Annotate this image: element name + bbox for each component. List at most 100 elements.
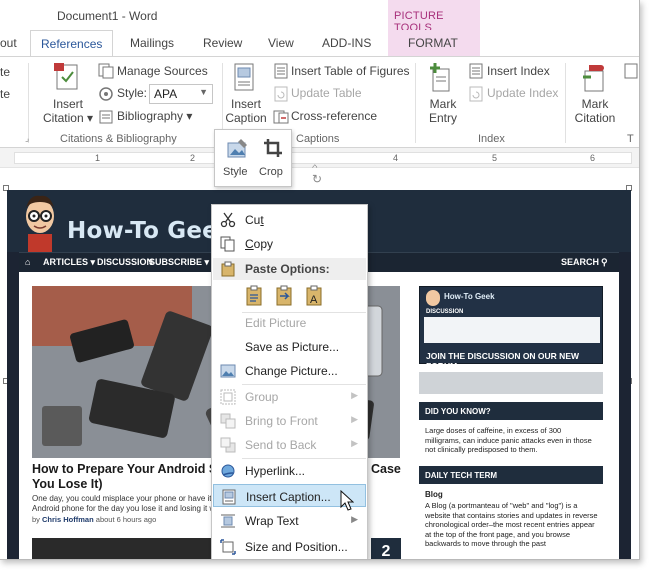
tech-term-title: Blog xyxy=(425,490,443,499)
update-index-button[interactable]: Update Index xyxy=(487,86,558,100)
mark-entry-icon xyxy=(430,63,450,92)
merge-formatting-icon[interactable] xyxy=(274,285,296,307)
manage-sources-button[interactable]: Manage Sources xyxy=(117,64,208,78)
insert-table-of-figures-button[interactable]: Insert Table of Figures xyxy=(291,64,410,78)
insert-table-of-authorities-icon xyxy=(624,63,638,79)
bibliography-icon xyxy=(99,110,113,124)
menu-item-copy[interactable]: Copy xyxy=(213,232,366,255)
tab-references[interactable]: References xyxy=(30,30,114,58)
paste-options-label: Paste Options: xyxy=(245,262,330,276)
menu-item-save-as-picture[interactable]: Save as Picture... xyxy=(213,335,366,358)
style-select[interactable]: APA ▼ xyxy=(149,84,213,104)
did-you-know-heading: DID YOU KNOW? xyxy=(419,402,603,420)
title-bar: Document1 - Word PICTURE TOOLS xyxy=(0,0,639,34)
menu-item-save-as-picture-label: Save as Picture... xyxy=(245,340,340,354)
menu-item-group[interactable]: Group ▶ xyxy=(213,385,366,408)
tab-mailings[interactable]: Mailings xyxy=(130,36,174,50)
cut-ribbon-item-1[interactable]: te xyxy=(0,65,10,79)
bibliography-button[interactable]: Bibliography ▾ xyxy=(117,109,192,123)
send-to-back-icon xyxy=(220,437,236,453)
group-separator xyxy=(28,63,29,143)
copy-icon xyxy=(220,236,235,252)
menu-item-wrap-text[interactable]: Wrap Text ▶ xyxy=(213,509,366,532)
ruler-number: 2 xyxy=(190,153,196,163)
style-mini-label: Style xyxy=(223,166,248,178)
menu-item-change-picture[interactable]: Change Picture... xyxy=(213,359,366,382)
tab-format[interactable]: FORMAT xyxy=(388,30,480,57)
crop-mini-label: Crop xyxy=(259,166,283,178)
insert-citation-button[interactable]: Insert Citation ▾ xyxy=(40,97,96,125)
mark-citation-button[interactable]: Mark Citation xyxy=(570,97,620,125)
word-window: Document1 - Word PICTURE TOOLS out Refer… xyxy=(0,0,640,560)
rotate-handle-icon[interactable]: ↻ xyxy=(312,172,322,186)
dialog-launcher-icon[interactable]: ⌟ xyxy=(25,133,29,144)
mascot-mini-icon xyxy=(426,290,440,306)
menu-item-edit-picture[interactable]: Edit Picture xyxy=(213,311,366,334)
update-table-button[interactable]: Update Table xyxy=(291,86,362,100)
menu-item-send-to-back[interactable]: Send to Back ▶ xyxy=(213,433,366,456)
ruler-number: 1 xyxy=(95,153,101,163)
mark-entry-label-2: Entry xyxy=(428,111,457,125)
submenu-arrow-icon: ▶ xyxy=(351,514,358,524)
tech-term-text: A Blog (a portmanteau of "web" and "log"… xyxy=(425,501,598,548)
menu-item-size-and-position[interactable]: Size and Position... xyxy=(213,535,366,558)
group-separator xyxy=(415,63,416,143)
menu-item-wrap-text-label: Wrap Text xyxy=(245,514,299,528)
tab-layout-cut[interactable]: out xyxy=(0,36,17,50)
style-label: Style: xyxy=(117,86,148,100)
sidebar-ad-placeholder xyxy=(419,372,603,394)
menu-item-hyperlink[interactable]: Hyperlink... xyxy=(213,459,366,482)
cross-reference-button[interactable]: Cross-reference xyxy=(291,109,377,123)
geek-mascot-icon xyxy=(26,195,54,252)
submenu-arrow-icon: ▶ xyxy=(351,414,358,424)
mark-entry-button[interactable]: Mark Entry xyxy=(422,97,464,125)
ruler-number: 6 xyxy=(590,153,596,163)
picture-style-icon xyxy=(227,139,247,158)
menu-item-hyperlink-label: Hyperlink... xyxy=(245,464,306,478)
crop-icon xyxy=(264,139,282,157)
cut-ribbon-item-2[interactable]: te xyxy=(0,87,10,101)
ruler-track: 1 2 3 4 5 6 xyxy=(14,152,632,164)
menu-item-send-to-back-label: Send to Back xyxy=(245,438,317,452)
search-icon: ⚲ xyxy=(601,257,608,267)
style-mini-button[interactable]: Style xyxy=(221,134,255,184)
wrap-text-icon xyxy=(221,514,235,528)
article-thumbnail xyxy=(32,538,212,559)
forum-sub-text: DISCUSSION xyxy=(426,309,464,315)
insert-caption-menu-icon xyxy=(222,489,236,505)
tab-review[interactable]: Review xyxy=(203,36,242,50)
keep-source-formatting-icon[interactable] xyxy=(244,285,266,307)
insert-caption-button[interactable]: Insert Caption xyxy=(222,97,270,125)
horizontal-ruler[interactable]: 1 2 3 4 5 6 ⌂ xyxy=(0,148,639,173)
menu-item-copy-label: Copy xyxy=(245,237,274,251)
window-title: Document1 - Word xyxy=(57,9,158,23)
group-separator xyxy=(565,63,566,143)
ruler-number: 5 xyxy=(492,153,498,163)
nav-discussion: DISCUSSION xyxy=(97,257,154,267)
captions-group-label: Captions xyxy=(296,133,340,145)
nav-subscribe: SUBSCRIBE ▾ xyxy=(149,257,210,267)
forum-cta: JOIN THE DISCUSSION ON OUR NEW FORUM xyxy=(426,351,580,371)
mark-citation-label-2: Citation xyxy=(574,111,616,125)
forum-preview xyxy=(424,317,600,343)
table-of-authorities-group-label: T xyxy=(627,133,634,145)
submenu-arrow-icon: ▶ xyxy=(351,438,358,448)
keep-text-only-icon[interactable]: A xyxy=(304,285,326,307)
mouse-cursor-icon xyxy=(340,490,354,511)
style-select-value: APA xyxy=(154,87,178,101)
menu-item-cut[interactable]: Cut xyxy=(213,208,366,231)
tab-add-ins[interactable]: ADD-INS xyxy=(322,36,371,50)
insert-index-button[interactable]: Insert Index xyxy=(487,64,550,78)
tab-view[interactable]: View xyxy=(268,36,294,50)
menu-item-bring-to-front[interactable]: Bring to Front ▶ xyxy=(213,409,366,432)
forum-logo-text: How-To Geek xyxy=(444,292,495,301)
article-byline: by Chris Hoffman about 6 hours ago xyxy=(32,515,157,524)
menu-item-bring-to-front-label: Bring to Front xyxy=(245,414,318,428)
tab-format-label: FORMAT xyxy=(408,36,458,50)
paste-option-buttons: A xyxy=(242,283,362,309)
daily-tech-term-heading: DAILY TECH TERM xyxy=(419,466,603,484)
group-icon xyxy=(220,389,236,405)
table-of-figures-icon xyxy=(274,63,288,79)
insert-citation-icon xyxy=(54,63,78,90)
crop-mini-button[interactable]: Crop xyxy=(257,134,289,184)
